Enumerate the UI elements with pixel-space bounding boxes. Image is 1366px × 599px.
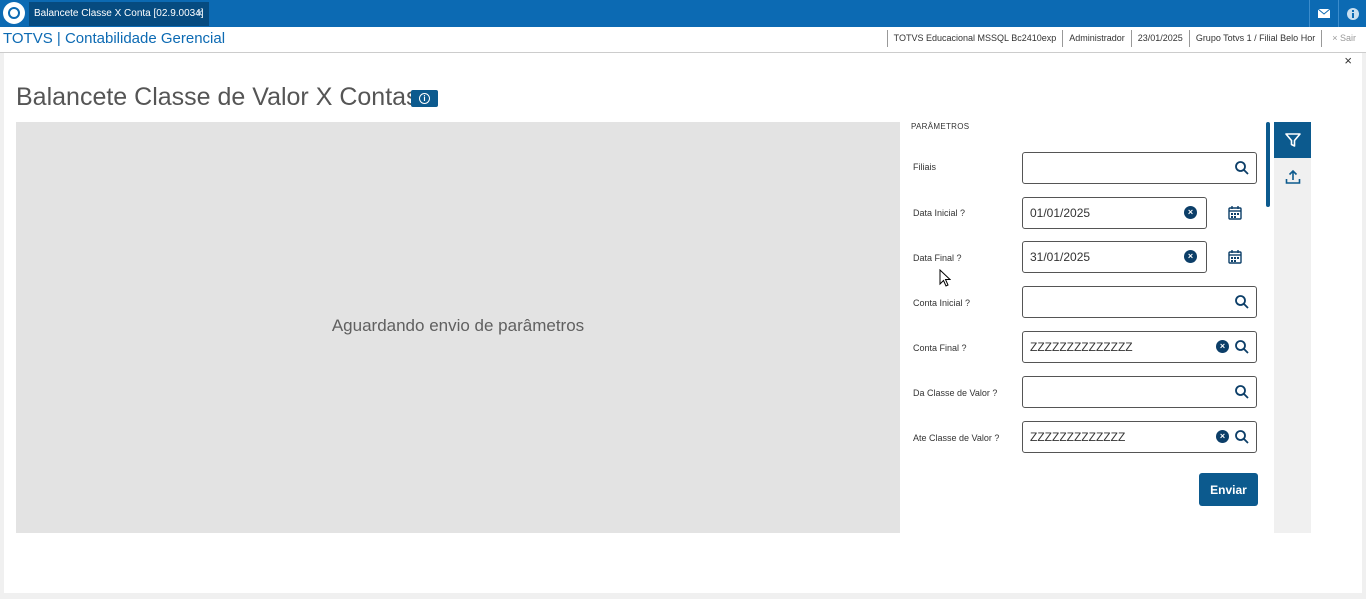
- clear-icon[interactable]: ×: [1184, 250, 1197, 263]
- clear-icon[interactable]: ×: [1184, 206, 1197, 219]
- tab-close-icon[interactable]: ×: [196, 6, 203, 20]
- field-label-conta-inicial: Conta Inicial ?: [913, 298, 971, 308]
- preview-message: Aguardando envio de parâmetros: [331, 316, 585, 335]
- search-icon[interactable]: [1235, 340, 1249, 354]
- exit-button[interactable]: × Sair: [1321, 30, 1366, 47]
- clear-icon[interactable]: ×: [1216, 430, 1229, 443]
- field-label-filiais: Filiais: [913, 162, 937, 172]
- page-title: Balancete Classe de Valor X Contas: [16, 83, 419, 111]
- info-button[interactable]: i: [411, 90, 438, 107]
- status-bar: TOTVS Educacional MSSQL Bc2410exp Admini…: [886, 30, 1366, 47]
- field-label-data-final: Data Final ?: [913, 253, 962, 263]
- conta-inicial-input[interactable]: [1022, 286, 1257, 318]
- date-label[interactable]: 23/01/2025: [1130, 30, 1189, 47]
- top-bar: Balancete Classe X Conta [02.9.0034] ×: [0, 0, 1366, 27]
- ate-classe-valor-value: ZZZZZZZZZZZZZ: [1030, 430, 1126, 444]
- filter-button[interactable]: [1274, 122, 1311, 158]
- totvs-logo-icon[interactable]: [3, 2, 25, 24]
- da-classe-valor-input[interactable]: [1022, 376, 1257, 408]
- exit-icon: ×: [1332, 33, 1338, 43]
- filiais-input[interactable]: [1022, 152, 1257, 184]
- environment-label[interactable]: TOTVS Educacional MSSQL Bc2410exp: [886, 30, 1063, 47]
- search-icon[interactable]: [1235, 430, 1249, 444]
- branch-label[interactable]: Grupo Totvs 1 / Filial Belo Hor: [1188, 30, 1321, 47]
- exit-label: Sair: [1339, 33, 1356, 43]
- calendar-icon[interactable]: [1228, 206, 1242, 220]
- field-label-data-inicial: Data Inicial ?: [913, 208, 966, 218]
- clear-icon[interactable]: ×: [1216, 340, 1229, 353]
- report-preview: Aguardando envio de parâmetros: [16, 122, 900, 533]
- main-content: × Balancete Classe de Valor X Contas i A…: [4, 53, 1362, 593]
- params-title: PARÂMETROS: [911, 122, 970, 131]
- data-final-value: 31/01/2025: [1030, 250, 1091, 264]
- search-icon[interactable]: [1235, 295, 1249, 309]
- params-scrollbar[interactable]: [1266, 122, 1270, 207]
- search-icon[interactable]: [1235, 385, 1249, 399]
- mail-icon[interactable]: [1309, 0, 1338, 27]
- ate-classe-valor-input[interactable]: ZZZZZZZZZZZZZ ×: [1022, 421, 1257, 453]
- tab-balancete[interactable]: Balancete Classe X Conta [02.9.0034] ×: [29, 2, 209, 26]
- close-icon[interactable]: ×: [1344, 53, 1352, 68]
- field-label-ate-classe-valor: Ate Classe de Valor ?: [913, 433, 1000, 443]
- field-label-conta-final: Conta Final ?: [913, 343, 967, 353]
- conta-final-input[interactable]: ZZZZZZZZZZZZZZ ×: [1022, 331, 1257, 363]
- tab-label: Balancete Classe X Conta [02.9.0034]: [34, 8, 204, 19]
- data-inicial-value: 01/01/2025: [1030, 206, 1091, 220]
- user-label[interactable]: Administrador: [1062, 30, 1131, 47]
- search-icon[interactable]: [1235, 161, 1249, 175]
- data-inicial-input[interactable]: 01/01/2025 ×: [1022, 197, 1207, 229]
- help-icon[interactable]: [1338, 0, 1366, 27]
- side-toolbar: [1274, 122, 1311, 533]
- export-button[interactable]: [1274, 162, 1311, 192]
- upload-icon: [1285, 169, 1300, 184]
- app-title: TOTVS | Contabilidade Gerencial: [3, 30, 226, 47]
- app-header: TOTVS | Contabilidade Gerencial TOTVS Ed…: [0, 27, 1366, 53]
- calendar-icon[interactable]: [1228, 250, 1242, 264]
- mouse-cursor-icon: [939, 269, 951, 287]
- field-label-da-classe-valor: Da Classe de Valor ?: [913, 388, 998, 398]
- info-icon: i: [419, 93, 430, 104]
- send-button[interactable]: Enviar: [1199, 473, 1258, 506]
- data-final-input[interactable]: 31/01/2025 ×: [1022, 241, 1207, 273]
- filter-icon: [1284, 133, 1301, 147]
- conta-final-value: ZZZZZZZZZZZZZZ: [1030, 340, 1133, 354]
